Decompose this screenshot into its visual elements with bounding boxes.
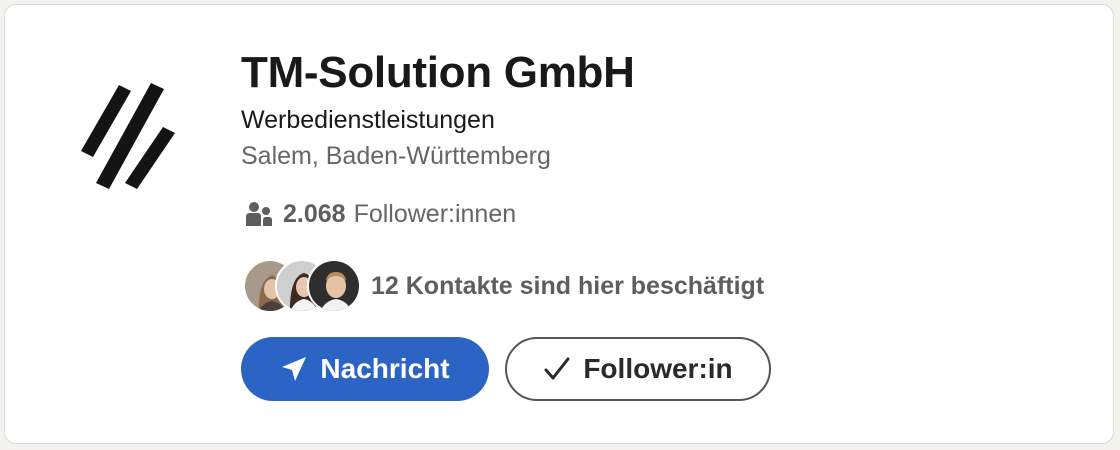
company-info: TM-Solution GmbH Werbedienstleistungen S… [241,45,1081,401]
check-icon [544,357,570,380]
company-name[interactable]: TM-Solution GmbH [241,45,1081,101]
avatar-stack[interactable] [243,257,367,315]
follow-button[interactable]: Follower:in [505,337,771,401]
company-logo[interactable] [77,77,187,197]
followers-label: Follower:innen [353,199,517,228]
action-buttons: Nachricht Follower:in [241,337,1081,401]
company-location: Salem, Baden-Württemberg [241,142,551,170]
people-icon [246,202,272,226]
avatar[interactable] [307,259,361,313]
message-button[interactable]: Nachricht [241,337,489,401]
message-button-label: Nachricht [320,353,450,384]
slash-stripes-logo-icon [81,83,175,189]
follow-button-label: Follower:in [583,353,733,384]
followers-row: 2.068 Follower:innen [241,197,1081,231]
followers-count: 2.068 [283,199,346,228]
connections-row[interactable]: 12 Kontakte sind hier beschäftigt [241,257,1081,315]
send-icon [282,357,307,381]
company-industry: Werbedienstleistungen [241,106,495,134]
company-card: TM-Solution GmbH Werbedienstleistungen S… [4,4,1114,444]
connections-text[interactable]: 12 Kontakte sind hier beschäftigt [371,272,764,301]
